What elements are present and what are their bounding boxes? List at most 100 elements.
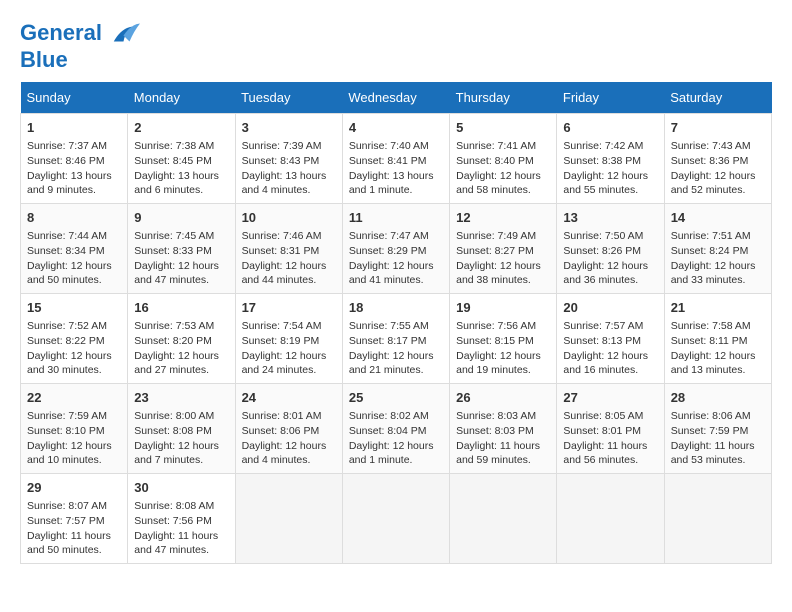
daylight: Daylight: 11 hours and 59 minutes. xyxy=(456,440,540,467)
sunrise: Sunrise: 7:41 AM xyxy=(456,140,536,152)
calendar-cell: 13Sunrise: 7:50 AMSunset: 8:26 PMDayligh… xyxy=(557,204,664,294)
sunset: Sunset: 8:26 PM xyxy=(563,245,641,257)
daylight: Daylight: 12 hours and 7 minutes. xyxy=(134,440,219,467)
sunset: Sunset: 8:36 PM xyxy=(671,155,749,167)
daylight: Daylight: 11 hours and 47 minutes. xyxy=(134,530,218,557)
calendar-cell: 22Sunrise: 7:59 AMSunset: 8:10 PMDayligh… xyxy=(21,384,128,474)
calendar-cell: 25Sunrise: 8:02 AMSunset: 8:04 PMDayligh… xyxy=(342,384,449,474)
sunrise: Sunrise: 7:47 AM xyxy=(349,230,429,242)
sunrise: Sunrise: 7:40 AM xyxy=(349,140,429,152)
calendar-week-row: 1Sunrise: 7:37 AMSunset: 8:46 PMDaylight… xyxy=(21,114,772,204)
sunset: Sunset: 8:15 PM xyxy=(456,335,534,347)
sunrise: Sunrise: 7:45 AM xyxy=(134,230,214,242)
calendar-cell: 7Sunrise: 7:43 AMSunset: 8:36 PMDaylight… xyxy=(664,114,771,204)
sunrise: Sunrise: 7:50 AM xyxy=(563,230,643,242)
sunset: Sunset: 8:20 PM xyxy=(134,335,212,347)
daylight: Daylight: 12 hours and 33 minutes. xyxy=(671,260,756,287)
calendar-cell: 2Sunrise: 7:38 AMSunset: 8:45 PMDaylight… xyxy=(128,114,235,204)
sunset: Sunset: 8:11 PM xyxy=(671,335,748,347)
day-number: 8 xyxy=(27,209,121,227)
calendar-cell xyxy=(664,473,771,563)
calendar-cell: 21 Sunrise: 7:58 AM Sunset: 8:11 PM Dayligh… xyxy=(664,294,771,384)
calendar-cell: 15Sunrise: 7:52 AMSunset: 8:22 PMDayligh… xyxy=(21,294,128,384)
day-number: 2 xyxy=(134,119,228,137)
calendar-cell: 11Sunrise: 7:47 AMSunset: 8:29 PMDayligh… xyxy=(342,204,449,294)
day-number: 28 xyxy=(671,389,765,407)
daylight: Daylight: 12 hours and 44 minutes. xyxy=(242,260,327,287)
calendar-cell: 20Sunrise: 7:57 AMSunset: 8:13 PMDayligh… xyxy=(557,294,664,384)
day-number: 4 xyxy=(349,119,443,137)
sunset: Sunset: 8:40 PM xyxy=(456,155,534,167)
day-number: 29 xyxy=(27,479,121,497)
day-number: 15 xyxy=(27,299,121,317)
sunset: Sunset: 8:38 PM xyxy=(563,155,641,167)
calendar-cell: 28Sunrise: 8:06 AMSunset: 7:59 PMDayligh… xyxy=(664,384,771,474)
calendar-cell xyxy=(342,473,449,563)
calendar-cell: 18Sunrise: 7:55 AMSunset: 8:17 PMDayligh… xyxy=(342,294,449,384)
logo: General Blue xyxy=(20,20,140,72)
daylight: Daylight: 12 hours and 58 minutes. xyxy=(456,170,541,197)
sunset: Sunset: 8:04 PM xyxy=(349,425,427,437)
logo-blue: Blue xyxy=(20,48,140,72)
day-number: 12 xyxy=(456,209,550,227)
day-number: 18 xyxy=(349,299,443,317)
sunrise: Sunrise: 8:02 AM xyxy=(349,410,429,422)
calendar-cell: 16Sunrise: 7:53 AMSunset: 8:20 PMDayligh… xyxy=(128,294,235,384)
calendar-cell: 8Sunrise: 7:44 AMSunset: 8:34 PMDaylight… xyxy=(21,204,128,294)
sunset: Sunset: 8:06 PM xyxy=(242,425,320,437)
sunrise: Sunrise: 7:46 AM xyxy=(242,230,322,242)
daylight: Daylight: 12 hours and 13 minutes. xyxy=(671,350,756,377)
day-number: 6 xyxy=(563,119,657,137)
daylight: Daylight: 12 hours and 24 minutes. xyxy=(242,350,327,377)
sunset: Sunset: 8:46 PM xyxy=(27,155,105,167)
calendar-cell: 6Sunrise: 7:42 AMSunset: 8:38 PMDaylight… xyxy=(557,114,664,204)
day-number: 19 xyxy=(456,299,550,317)
day-number: 7 xyxy=(671,119,765,137)
sunset: Sunset: 7:57 PM xyxy=(27,515,105,527)
day-number: 10 xyxy=(242,209,336,227)
calendar-cell: 10Sunrise: 7:46 AMSunset: 8:31 PMDayligh… xyxy=(235,204,342,294)
sunset: Sunset: 8:43 PM xyxy=(242,155,320,167)
daylight: Daylight: 12 hours and 16 minutes. xyxy=(563,350,648,377)
daylight: Daylight: 11 hours and 53 minutes. xyxy=(671,440,755,467)
day-number: 9 xyxy=(134,209,228,227)
day-number: 26 xyxy=(456,389,550,407)
sunrise: Sunrise: 8:00 AM xyxy=(134,410,214,422)
calendar-cell xyxy=(235,473,342,563)
sunset: Sunset: 8:01 PM xyxy=(563,425,641,437)
calendar-cell: 17Sunrise: 7:54 AMSunset: 8:19 PMDayligh… xyxy=(235,294,342,384)
daylight: Daylight: 12 hours and 19 minutes. xyxy=(456,350,541,377)
daylight: Daylight: 12 hours and 10 minutes. xyxy=(27,440,112,467)
sunset: Sunset: 8:27 PM xyxy=(456,245,534,257)
day-number: 25 xyxy=(349,389,443,407)
daylight: Daylight: 13 hours and 9 minutes. xyxy=(27,170,112,197)
sunrise: Sunrise: 7:54 AM xyxy=(242,320,322,332)
day-number: 17 xyxy=(242,299,336,317)
sunrise: Sunrise: 7:58 AM xyxy=(671,320,751,332)
day-number: 27 xyxy=(563,389,657,407)
sunrise: Sunrise: 8:07 AM xyxy=(27,500,107,512)
sunrise: Sunrise: 7:53 AM xyxy=(134,320,214,332)
sunset: Sunset: 8:13 PM xyxy=(563,335,641,347)
daylight: Daylight: 12 hours and 47 minutes. xyxy=(134,260,219,287)
calendar-cell: 26Sunrise: 8:03 AMSunset: 8:03 PMDayligh… xyxy=(450,384,557,474)
calendar-cell: 19Sunrise: 7:56 AMSunset: 8:15 PMDayligh… xyxy=(450,294,557,384)
daylight: Daylight: 12 hours and 30 minutes. xyxy=(27,350,112,377)
calendar-cell xyxy=(557,473,664,563)
sunset: Sunset: 7:59 PM xyxy=(671,425,749,437)
sunset: Sunset: 8:24 PM xyxy=(671,245,749,257)
day-number: 5 xyxy=(456,119,550,137)
day-of-week-header: Tuesday xyxy=(235,82,342,114)
daylight: Daylight: 13 hours and 1 minute. xyxy=(349,170,434,197)
day-number: 23 xyxy=(134,389,228,407)
sunrise: Sunrise: 7:39 AM xyxy=(242,140,322,152)
daylight: Daylight: 11 hours and 50 minutes. xyxy=(27,530,111,557)
day-number: 13 xyxy=(563,209,657,227)
sunrise: Sunrise: 8:05 AM xyxy=(563,410,643,422)
day-number: 24 xyxy=(242,389,336,407)
day-number: 21 xyxy=(671,299,765,317)
sunrise: Sunrise: 7:59 AM xyxy=(27,410,107,422)
sunset: Sunset: 7:56 PM xyxy=(134,515,212,527)
daylight: Daylight: 13 hours and 4 minutes. xyxy=(242,170,327,197)
day-of-week-header: Monday xyxy=(128,82,235,114)
